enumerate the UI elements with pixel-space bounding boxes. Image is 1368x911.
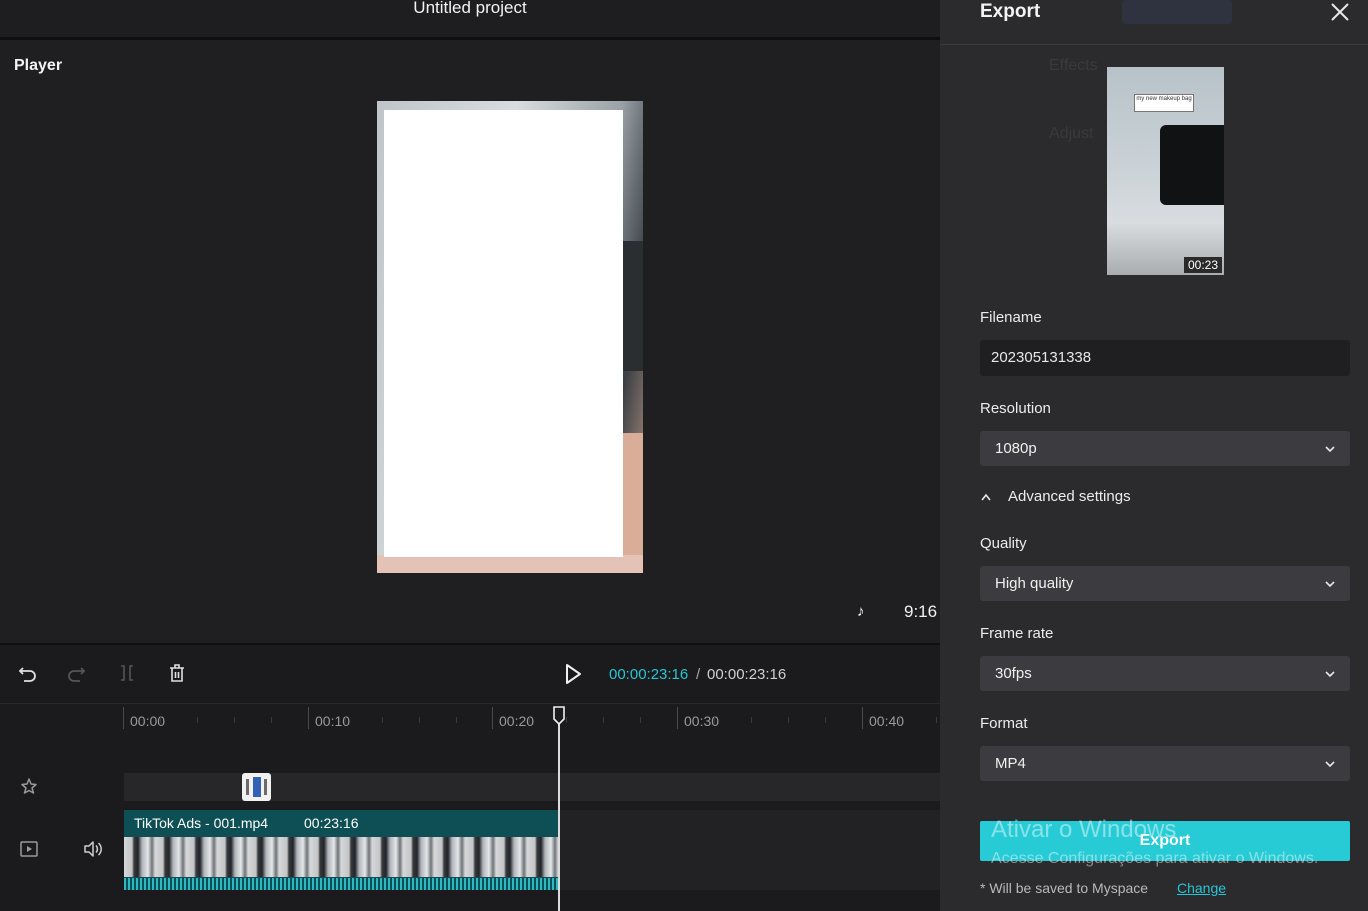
undo-icon[interactable] xyxy=(17,662,39,684)
ruler-tick xyxy=(123,707,124,729)
ruler-minor-tick xyxy=(899,717,900,723)
export-preview-thumbnail: my new makeup bag 00:23 xyxy=(1107,67,1224,275)
ruler-minor-tick xyxy=(456,717,457,723)
ruler-minor-tick xyxy=(751,717,752,723)
quality-select[interactable]: High quality xyxy=(980,566,1350,601)
video-track-empty xyxy=(559,810,940,890)
filename-label: Filename xyxy=(980,309,1042,326)
ruler-tick xyxy=(677,707,678,729)
windows-activation-title: Ativar o Windows xyxy=(991,816,1177,843)
effect-clip-body xyxy=(253,777,261,797)
ghost-effects-label: Effects xyxy=(1049,57,1098,74)
video-white-overlay xyxy=(384,110,623,557)
playhead-line[interactable] xyxy=(558,724,560,911)
video-clip[interactable]: TikTok Ads - 001.mp4 00:23:16 xyxy=(124,810,559,890)
clip-thumbnails xyxy=(124,837,559,877)
ruler-minor-tick xyxy=(529,717,530,723)
effect-handle-left[interactable] xyxy=(246,779,249,795)
volume-icon[interactable] xyxy=(82,838,104,860)
clip-duration: 00:23:16 xyxy=(304,815,359,831)
export-title: Export xyxy=(980,1,1041,22)
export-panel: Export Effects Adjust my new makeup bag … xyxy=(940,0,1368,911)
player-panel: Player ♪ 9:16 xyxy=(0,40,940,643)
export-header: Export xyxy=(940,0,1368,45)
chevron-down-icon xyxy=(1325,761,1335,768)
effect-handle-right[interactable] xyxy=(264,779,267,795)
effects-track-icon[interactable] xyxy=(18,776,40,798)
current-time: 00:00:23:16 xyxy=(609,666,689,683)
timeline-toolbar: 00:00:23:16 / 00:00:23:16 xyxy=(0,645,940,703)
preview-bag-shape xyxy=(1160,125,1224,205)
top-bar: Untitled project xyxy=(0,0,940,38)
quality-label: Quality xyxy=(980,535,1027,552)
preview-sticker: my new makeup bag xyxy=(1134,94,1194,112)
ruler-minor-tick xyxy=(419,717,420,723)
format-select[interactable]: MP4 xyxy=(980,746,1350,781)
chevron-down-icon xyxy=(1325,581,1335,588)
editor-window: Untitled project Player ♪ 9:16 00:00:23:… xyxy=(0,0,1368,911)
ruler-tick xyxy=(492,707,493,729)
resolution-value: 1080p xyxy=(995,440,1037,457)
ruler-minor-tick xyxy=(788,717,789,723)
total-time: 00:00:23:16 xyxy=(707,666,787,683)
resolution-select[interactable]: 1080p xyxy=(980,431,1350,466)
ruler-minor-tick xyxy=(714,717,715,723)
aspect-ratio-button[interactable]: 9:16 xyxy=(904,602,937,622)
windows-activation-subtitle: Acesse Configurações para ativar o Windo… xyxy=(991,850,1319,867)
chevron-down-icon xyxy=(1325,446,1335,453)
time-separator: / xyxy=(696,666,701,683)
ruler-tick xyxy=(862,707,863,729)
resolution-label: Resolution xyxy=(980,400,1051,417)
ruler-minor-tick xyxy=(640,717,641,723)
ruler-minor-tick xyxy=(566,717,567,723)
tiktok-icon[interactable]: ♪ xyxy=(857,604,871,620)
ruler-minor-tick xyxy=(160,717,161,723)
play-icon[interactable] xyxy=(562,663,584,685)
framerate-label: Frame rate xyxy=(980,625,1054,642)
close-icon[interactable] xyxy=(1329,1,1351,23)
ruler-minor-tick xyxy=(603,717,604,723)
format-label: Format xyxy=(980,715,1028,732)
player-label: Player xyxy=(14,57,63,74)
effect-clip[interactable] xyxy=(242,773,271,801)
video-bottom-shape xyxy=(377,555,643,573)
redo-icon[interactable] xyxy=(65,662,87,684)
ruler-tick xyxy=(308,707,309,729)
quality-value: High quality xyxy=(995,575,1074,592)
ruler-minor-tick xyxy=(271,717,272,723)
clip-name: TikTok Ads - 001.mp4 xyxy=(134,815,269,831)
ruler-minor-tick xyxy=(936,717,937,723)
timeline[interactable]: 00:00 00:10 00:20 00:30 00:40 TikTok Ads… xyxy=(0,703,940,911)
split-icon[interactable] xyxy=(116,662,138,684)
ruler-minor-tick xyxy=(382,717,383,723)
framerate-value: 30fps xyxy=(995,665,1032,682)
change-location-link[interactable]: Change xyxy=(1177,880,1226,896)
advanced-settings-label: Advanced settings xyxy=(1008,488,1131,505)
ruler-minor-tick xyxy=(234,717,235,723)
playhead-handle[interactable] xyxy=(552,706,566,726)
save-location-note: * Will be saved to Myspace xyxy=(980,880,1149,896)
ruler-minor-tick xyxy=(197,717,198,723)
chevron-up-icon xyxy=(981,493,991,501)
video-track-icon[interactable] xyxy=(18,838,40,860)
preview-duration: 00:23 xyxy=(1183,257,1222,273)
ruler-minor-tick xyxy=(825,717,826,723)
project-title[interactable]: Untitled project xyxy=(0,0,940,18)
chevron-down-icon xyxy=(1325,671,1335,678)
ghost-adjust-label: Adjust xyxy=(1049,125,1094,142)
delete-icon[interactable] xyxy=(166,662,188,684)
format-value: MP4 xyxy=(995,755,1026,772)
clip-waveform xyxy=(124,878,559,890)
filename-input[interactable]: 202305131338 xyxy=(980,340,1350,376)
ruler-minor-tick xyxy=(345,717,346,723)
framerate-select[interactable]: 30fps xyxy=(980,656,1350,691)
